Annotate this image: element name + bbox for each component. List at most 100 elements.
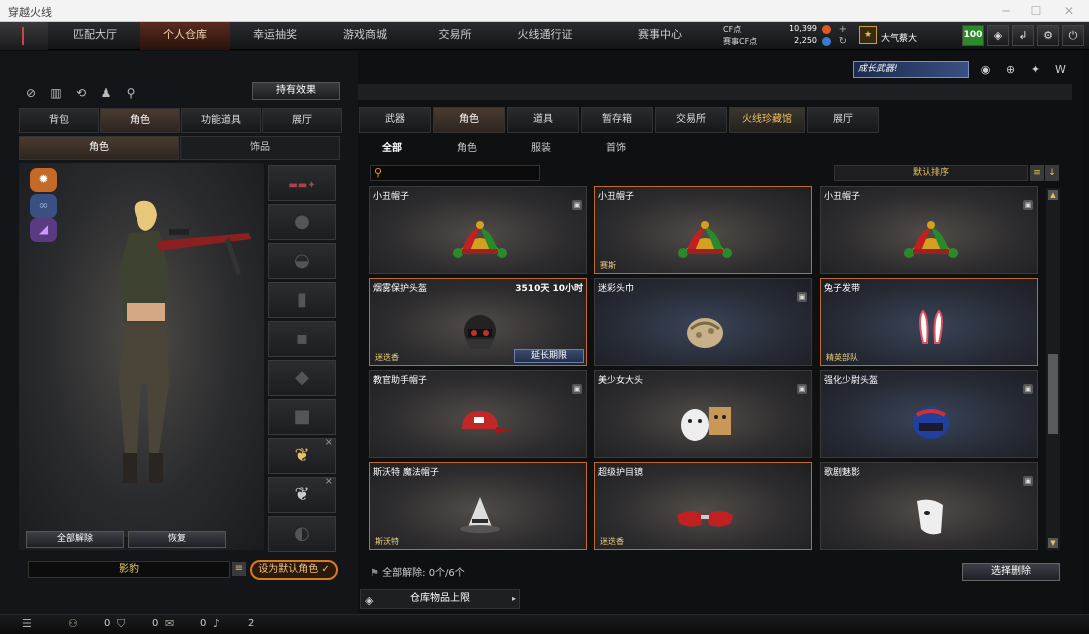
- right-tab[interactable]: 道具: [507, 107, 579, 133]
- left-tab[interactable]: 背包: [19, 108, 99, 133]
- promo-banner[interactable]: 成长武器!: [853, 61, 969, 78]
- remove-icon[interactable]: ×: [325, 437, 333, 449]
- slot-pet-gold[interactable]: ❦ ×: [268, 437, 336, 474]
- lock-icon[interactable]: ▣: [1023, 476, 1033, 486]
- target-icon[interactable]: ⊕: [1002, 61, 1019, 78]
- select-delete-button[interactable]: 选择删除: [962, 563, 1060, 581]
- list-view-icon[interactable]: ≡: [1030, 165, 1044, 181]
- left-tab[interactable]: 功能道具: [181, 108, 261, 133]
- list-icon[interactable]: ≡: [232, 562, 246, 576]
- item-card[interactable]: 美少女大头 ▣: [594, 370, 812, 458]
- wings-icon[interactable]: ∞: [30, 194, 57, 218]
- maximize-button[interactable]: ☐: [1022, 2, 1050, 20]
- left-tab[interactable]: 角色: [100, 108, 180, 133]
- lock-icon[interactable]: ▣: [1023, 384, 1033, 394]
- unequip-all-button[interactable]: 全部解除: [26, 531, 124, 548]
- ranking-icon[interactable]: ▥: [47, 84, 65, 102]
- wolf-icon[interactable]: ✹: [30, 168, 57, 192]
- item-card[interactable]: 斯沃特 魔法帽子 斯沃特: [369, 462, 587, 550]
- lock-icon[interactable]: ▣: [797, 292, 807, 302]
- item-card[interactable]: 小丑帽子 ▣: [820, 186, 1038, 274]
- lock-icon[interactable]: ▣: [572, 200, 582, 210]
- right-subtab[interactable]: 首饰: [606, 139, 626, 155]
- nav-tab[interactable]: 游戏商城: [320, 22, 410, 50]
- exit-icon[interactable]: ↲: [1012, 25, 1034, 46]
- vip-icon[interactable]: W: [1052, 61, 1069, 78]
- slot-backpack[interactable]: ▪: [268, 321, 336, 357]
- speaker-icon[interactable]: ♪: [213, 617, 220, 630]
- slot-vest[interactable]: ◆: [268, 360, 336, 396]
- nav-tab[interactable]: 赛事中心: [600, 22, 720, 50]
- add-cf-icon[interactable]: +: [839, 24, 847, 35]
- effects-button[interactable]: 持有效果: [252, 82, 340, 100]
- extend-button[interactable]: 延长期限: [514, 349, 584, 363]
- lock-icon[interactable]: ▣: [572, 384, 582, 394]
- gear-icon[interactable]: ⚙: [1037, 25, 1059, 46]
- sort-arrow-icon[interactable]: ↓: [1045, 165, 1059, 181]
- search-input[interactable]: ⚲: [370, 165, 540, 181]
- item-card[interactable]: 迷彩头巾 ▣: [594, 278, 812, 366]
- item-card[interactable]: 教官助手帽子 ▣: [369, 370, 587, 458]
- right-tab[interactable]: 暂存箱: [581, 107, 653, 133]
- nav-tab[interactable]: 个人仓库: [140, 22, 230, 50]
- sort-dropdown[interactable]: 默认排序: [834, 165, 1028, 181]
- slot-head[interactable]: ●: [268, 204, 336, 240]
- badge-icon[interactable]: ◉: [977, 61, 994, 78]
- right-tab[interactable]: 交易所: [655, 107, 727, 133]
- set-default-button[interactable]: 设为默认角色 ✓: [250, 560, 338, 580]
- level-badge[interactable]: 100: [962, 25, 984, 46]
- right-tab[interactable]: 武器: [359, 107, 431, 133]
- right-subtab[interactable]: 全部: [382, 139, 402, 155]
- slot-weapon[interactable]: ▬▬✦: [268, 165, 336, 201]
- item-card[interactable]: 歌剧魅影 ▣: [820, 462, 1038, 550]
- capacity-button[interactable]: ◈ 仓库物品上限 ▸: [360, 589, 520, 609]
- scroll-down-icon[interactable]: ▼: [1048, 538, 1058, 548]
- item-card[interactable]: 小丑帽子 ▣: [369, 186, 587, 274]
- nav-tab[interactable]: 匹配大厅: [50, 22, 140, 50]
- left-subtab[interactable]: 饰品: [180, 136, 340, 160]
- shield-icon[interactable]: ◈: [987, 25, 1009, 46]
- pose-icon[interactable]: ♟: [97, 84, 115, 102]
- right-tab[interactable]: 角色: [433, 107, 505, 133]
- emblem-icon[interactable]: ◢: [30, 218, 57, 242]
- lock-icon[interactable]: ▣: [1023, 200, 1033, 210]
- slot-extra[interactable]: ◐: [268, 516, 336, 552]
- menu-icon[interactable]: ☰: [22, 617, 32, 630]
- minimize-button[interactable]: ─: [992, 2, 1020, 20]
- left-subtab[interactable]: 角色: [19, 136, 179, 160]
- friends-icon[interactable]: ⚇: [68, 617, 78, 630]
- star-icon[interactable]: ✦: [1027, 61, 1044, 78]
- refresh-icon[interactable]: ↻: [839, 36, 847, 47]
- nav-tab[interactable]: 火线通行证: [500, 22, 590, 50]
- slot-belt[interactable]: ■: [268, 399, 336, 435]
- nav-tab[interactable]: 交易所: [410, 22, 500, 50]
- right-subtab[interactable]: 服装: [531, 139, 551, 155]
- item-card[interactable]: 小丑帽子 赛斯: [594, 186, 812, 274]
- slot-mask[interactable]: ▮: [268, 282, 336, 318]
- item-card[interactable]: 强化少尉头盔 ▣: [820, 370, 1038, 458]
- right-tab[interactable]: 展厅: [807, 107, 879, 133]
- menu-slot[interactable]: [0, 22, 48, 50]
- right-subtab[interactable]: 角色: [457, 139, 477, 155]
- right-tab[interactable]: 火线珍藏馆: [729, 107, 805, 133]
- clan-icon[interactable]: ⛉: [117, 617, 125, 631]
- close-button[interactable]: ✕: [1055, 2, 1083, 20]
- nav-tab[interactable]: 幸运抽奖: [230, 22, 320, 50]
- toggle-off-icon[interactable]: ⊘: [22, 84, 40, 102]
- rotate-icon[interactable]: ⟲: [72, 84, 90, 102]
- restore-button[interactable]: 恢复: [128, 531, 226, 548]
- item-card[interactable]: 超级护目镜 迷迭香: [594, 462, 812, 550]
- lock-icon[interactable]: ⚲: [122, 84, 140, 102]
- left-tab[interactable]: 展厅: [262, 108, 342, 133]
- power-icon[interactable]: ⏻: [1062, 25, 1084, 46]
- scrollbar[interactable]: ▲ ▼: [1046, 188, 1060, 550]
- slot-pet-silver[interactable]: ❦ ×: [268, 476, 336, 513]
- chat-icon[interactable]: ✉: [165, 617, 174, 630]
- item-card[interactable]: 兔子发带 精英部队: [820, 278, 1038, 366]
- scroll-thumb[interactable]: [1048, 354, 1058, 434]
- scroll-up-icon[interactable]: ▲: [1048, 190, 1058, 200]
- remove-icon[interactable]: ×: [325, 476, 333, 488]
- slot-glasses[interactable]: ◒: [268, 243, 336, 279]
- item-card[interactable]: 烟雾保护头盔 3510天 10小时 迷迭香 延长期限: [369, 278, 587, 366]
- lock-icon[interactable]: ▣: [797, 384, 807, 394]
